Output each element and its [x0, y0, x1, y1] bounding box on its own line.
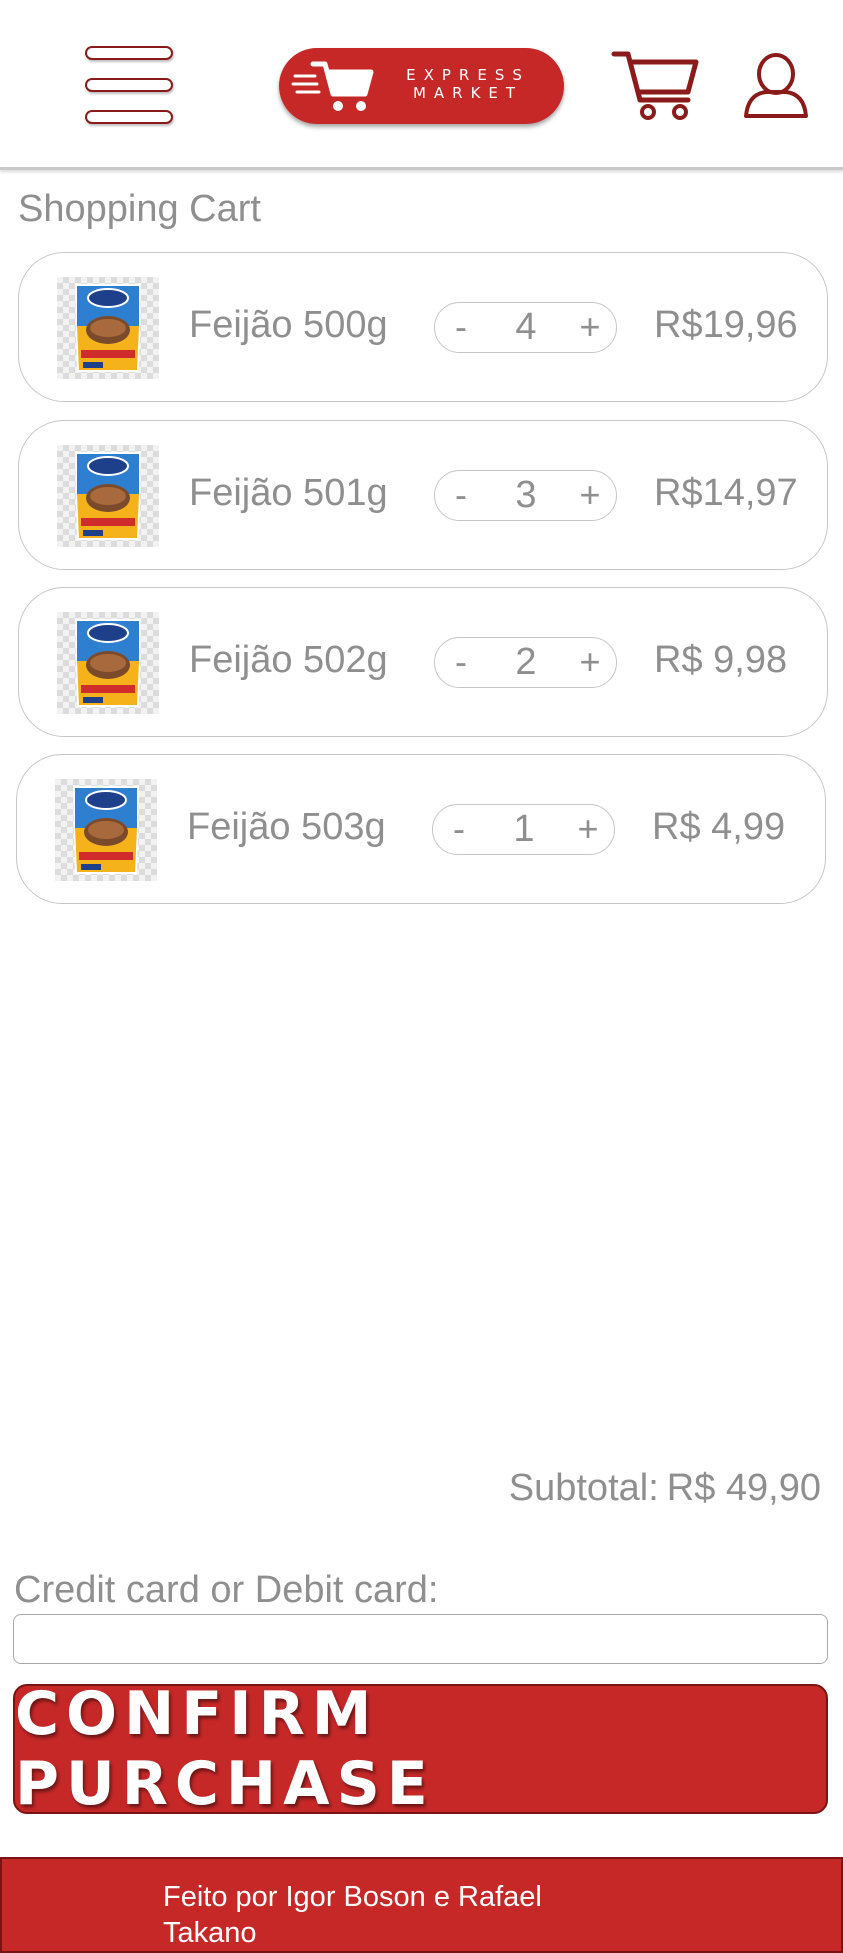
cart-item: Feijão 501g - 3 + R$14,97 — [18, 420, 828, 570]
confirm-purchase-button[interactable]: CONFIRM PURCHASE — [13, 1679, 828, 1819]
quantity-value: 2 — [515, 641, 537, 683]
item-name: Feijão 501g — [189, 472, 388, 514]
page-title: Shopping Cart — [18, 188, 261, 230]
quantity-stepper: - 1 + — [432, 804, 615, 855]
item-price: R$ 4,99 — [652, 806, 786, 848]
footer-credits: Feito por Igor Boson e Rafael Takano — [163, 1881, 542, 1949]
quantity-stepper: - 3 + — [434, 470, 617, 521]
card-field-label: Credit card or Debit card: — [14, 1569, 439, 1611]
subtotal-value: R$ 49,90 — [666, 1467, 821, 1509]
item-price: R$19,96 — [654, 304, 798, 346]
subtotal-label: Subtotal: — [508, 1467, 659, 1509]
cart-item: Feijão 500g - 4 + R$19,96 — [18, 252, 828, 402]
item-name: Feijão 503g — [187, 806, 386, 848]
bean-bag-image — [73, 786, 139, 874]
bean-bag-image — [75, 284, 141, 372]
app-header: EXPRESS MARKET — [0, 0, 843, 170]
quantity-stepper: - 4 + — [434, 302, 617, 353]
confirm-purchase-label: CONFIRM PURCHASE — [15, 1679, 435, 1819]
cart-item: Feijão 503g - 1 + R$ 4,99 — [16, 754, 826, 904]
increase-quantity-button[interactable]: + — [570, 307, 610, 347]
item-name: Feijão 500g — [189, 304, 388, 346]
product-image — [55, 779, 157, 881]
cart-item: Feijão 502g - 2 + R$ 9,98 — [18, 587, 828, 737]
decrease-quantity-button[interactable]: - — [441, 475, 481, 515]
product-image — [57, 612, 159, 714]
subtotal: Subtotal: R$ 49,90 — [509, 1467, 821, 1510]
quantity-value: 4 — [515, 306, 537, 348]
card-number-input[interactable] — [13, 1614, 828, 1664]
quantity-stepper: - 2 + — [434, 637, 617, 688]
quantity-value: 3 — [515, 474, 537, 516]
logo-cart-icon — [291, 61, 374, 111]
product-image — [57, 445, 159, 547]
logo-line-1: EXPRESS — [406, 66, 530, 84]
product-image — [57, 277, 159, 379]
bean-bag-image — [75, 619, 141, 707]
shopping-cart-icon[interactable] — [610, 48, 702, 122]
decrease-quantity-button[interactable]: - — [441, 642, 481, 682]
quantity-value: 1 — [513, 808, 535, 850]
increase-quantity-button[interactable]: + — [570, 475, 610, 515]
bean-bag-image — [75, 452, 141, 540]
decrease-quantity-button[interactable]: - — [441, 307, 481, 347]
item-price: R$ 9,98 — [654, 639, 788, 681]
hamburger-menu-icon[interactable] — [82, 44, 176, 128]
express-market-logo[interactable]: EXPRESS MARKET — [279, 48, 564, 124]
item-name: Feijão 502g — [189, 639, 388, 681]
increase-quantity-button[interactable]: + — [568, 809, 608, 849]
decrease-quantity-button[interactable]: - — [439, 809, 479, 849]
page-footer: Feito por Igor Boson e Rafael Takano — [0, 1857, 843, 1953]
logo-line-2: MARKET — [412, 84, 524, 102]
item-price: R$14,97 — [654, 472, 798, 514]
increase-quantity-button[interactable]: + — [570, 642, 610, 682]
user-profile-icon[interactable] — [742, 52, 810, 120]
logo-wordmark: EXPRESS MARKET — [383, 66, 553, 102]
